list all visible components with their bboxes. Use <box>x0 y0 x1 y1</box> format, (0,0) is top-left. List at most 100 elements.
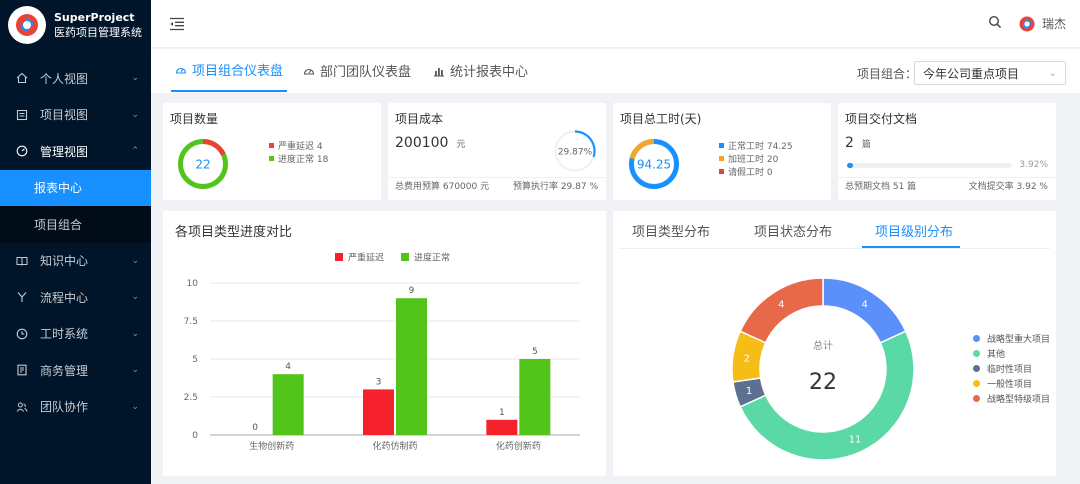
tab-label: 统计报表中心 <box>450 65 529 80</box>
sidebar-item-business[interactable]: 商务管理 ⌄ <box>0 352 151 389</box>
legend-label: 一般性项目 <box>987 380 1033 390</box>
chevron-down-icon: ⌄ <box>131 292 139 303</box>
legend-item[interactable]: 战略型重大项目 <box>973 331 1050 346</box>
sidebar-item-timesheet[interactable]: 工时系统 ⌄ <box>0 316 151 353</box>
top-header: 瑞杰 <box>151 0 1080 48</box>
sidebar-item-label: 个人视图 <box>40 71 89 86</box>
menu-fold-icon[interactable] <box>169 17 185 31</box>
donut-slice-label: 4 <box>778 300 784 311</box>
bar-value-label: 3 <box>376 377 382 387</box>
y-tick-label: 5 <box>192 355 198 365</box>
app-title: SuperProject <box>54 10 135 24</box>
bar-进度正常-化药仿制药 <box>396 298 427 435</box>
dashboard-icon <box>303 65 315 77</box>
bar-进度正常-化药创新药 <box>519 359 551 435</box>
bar-进度正常-生物创新药 <box>272 374 304 435</box>
search-icon[interactable] <box>988 15 1002 32</box>
doc-progress-track <box>847 163 1012 168</box>
legend-swatch <box>973 335 980 342</box>
card-work-hours: 项目总工时(天) 94.25 正常工时 74.25 加班工时 20 请假工时 0 <box>613 103 831 200</box>
legend-swatch <box>269 143 274 148</box>
sidebar-item-team[interactable]: 团队协作 ⌄ <box>0 389 151 426</box>
bar-value-label: 0 <box>252 423 258 433</box>
sidebar-item-project-view[interactable]: 项目视图 ⌄ <box>0 97 151 134</box>
project-icon <box>15 108 29 122</box>
portfolio-select-value: 今年公司重点项目 <box>923 66 1020 81</box>
chevron-down-icon: ⌄ <box>131 328 139 339</box>
card-title: 项目成本 <box>395 112 444 126</box>
bar-严重延迟-化药仿制药 <box>363 389 394 435</box>
panel-distribution: 项目类型分布 项目状态分布 项目级别分布 4 11 1 2 4 总计 22 战略型重大项目其… <box>613 211 1056 476</box>
bar-value-label: 1 <box>499 408 505 418</box>
card-title: 项目数量 <box>170 112 219 126</box>
legend-swatch <box>973 350 980 357</box>
app-logo <box>8 5 46 44</box>
donut-slice-label: 11 <box>849 435 862 446</box>
dashboard-tabs: 项目组合仪表盘 部门团队仪表盘 统计报表中心 项目组合： 今年公司重点项目 ⌄ <box>151 49 1080 93</box>
user-name: 瑞杰 <box>1041 17 1066 31</box>
sidebar-item-report-center[interactable]: 报表中心 <box>0 169 151 206</box>
tab-department-dashboard[interactable]: 部门团队仪表盘 <box>303 49 411 92</box>
sidebar-item-portfolio[interactable]: 项目组合 <box>0 206 151 243</box>
tab-portfolio-dashboard[interactable]: 项目组合仪表盘 <box>171 49 287 92</box>
legend-item[interactable]: 进度正常 <box>401 252 450 264</box>
user-menu[interactable]: 瑞杰 <box>1018 15 1066 33</box>
sidebar-item-personal-view[interactable]: 个人视图 ⌄ <box>0 60 151 97</box>
legend-swatch <box>973 365 980 372</box>
team-icon <box>15 400 29 414</box>
avatar <box>1018 15 1036 33</box>
donut-slice-label: 1 <box>746 386 752 397</box>
doc-value: 2 <box>845 135 854 151</box>
legend-item[interactable]: 一般性项目 <box>973 376 1050 391</box>
cost-value: 200100 <box>395 135 449 151</box>
cost-budget-total: 总费用预算 670000 元 <box>395 182 490 192</box>
y-tick-label: 0 <box>192 431 198 441</box>
sidebar-item-label: 工时系统 <box>40 327 89 342</box>
legend-item[interactable]: 战略型特级项目 <box>973 391 1050 406</box>
doc-submit-rate: 文档提交率 3.92 % <box>968 182 1048 192</box>
chevron-down-icon: ⌄ <box>131 73 139 84</box>
cost-execution-rate: 预算执行率 29.87 % <box>512 182 598 192</box>
y-tick-label: 7.5 <box>184 317 198 327</box>
project-count-total: 22 <box>195 158 210 172</box>
legend-swatch <box>401 253 409 261</box>
book-icon <box>15 254 29 268</box>
sidebar: SuperProject 医药项目管理系统 个人视图 ⌄ 项目视图 ⌄ 管理视图… <box>0 0 151 484</box>
work-hours-total: 94.25 <box>637 158 671 172</box>
bar-value-label: 4 <box>285 362 291 372</box>
legend-label: 其他 <box>987 350 1006 360</box>
legend-label: 严重延迟 <box>348 252 384 264</box>
card-title: 项目交付文档 <box>845 112 918 126</box>
legend-label: 正常工时 74.25 <box>728 142 793 152</box>
sidebar-item-process-center[interactable]: 流程中心 ⌄ <box>0 279 151 316</box>
sidebar-item-knowledge-center[interactable]: 知识中心 ⌄ <box>0 243 151 280</box>
submenu-management: 报表中心 项目组合 <box>0 169 151 243</box>
brand: SuperProject 医药项目管理系统 <box>0 0 151 49</box>
y-tick-label: 10 <box>187 279 199 289</box>
card-title: 项目总工时(天) <box>620 112 702 126</box>
legend-item[interactable]: 严重延迟 <box>335 252 384 264</box>
legend-item[interactable]: 临时性项目 <box>973 361 1050 376</box>
donut-center-label: 总计 <box>813 339 833 352</box>
sidebar-item-management-view[interactable]: 管理视图 ⌃ <box>0 133 151 170</box>
chevron-down-icon: ⌄ <box>131 109 139 120</box>
sidebar-item-label: 团队协作 <box>40 400 89 415</box>
divider <box>838 177 1056 178</box>
doc-unit: 篇 <box>861 140 871 150</box>
bar-value-label: 5 <box>532 347 538 357</box>
portfolio-select[interactable]: 今年公司重点项目 ⌄ <box>914 61 1066 85</box>
legend-label: 请假工时 0 <box>728 168 773 178</box>
tab-report-center[interactable]: 统计报表中心 <box>433 49 528 92</box>
chevron-up-icon: ⌃ <box>131 146 139 157</box>
legend-item[interactable]: 其他 <box>973 346 1050 361</box>
legend-normal: 进度正常 18 <box>269 152 328 165</box>
cost-progress-ring: 29.87% <box>554 130 596 172</box>
doc-percent: 3.92% <box>1019 160 1048 170</box>
legend-swatch <box>973 380 980 387</box>
x-tick-label: 生物创新药 <box>249 440 294 452</box>
legend-leave-hours: 请假工时 0 <box>719 165 773 178</box>
sidebar-item-label: 项目视图 <box>40 108 89 123</box>
legend-label: 临时性项目 <box>987 365 1033 375</box>
legend-overtime-hours: 加班工时 20 <box>719 152 778 165</box>
flow-icon <box>15 290 29 304</box>
